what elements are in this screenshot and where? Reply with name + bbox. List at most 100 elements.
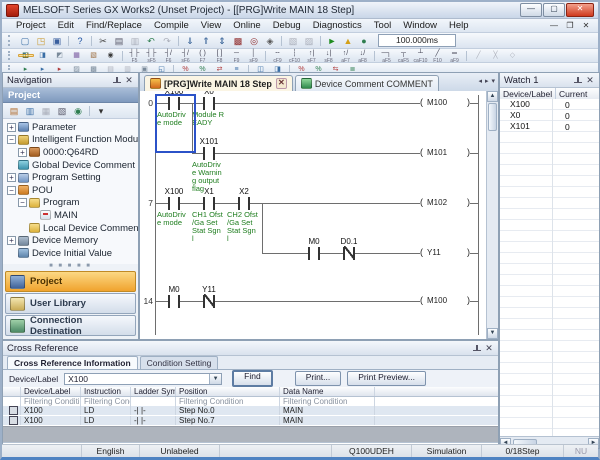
- col-ladder-symbol[interactable]: Ladder Symbol: [131, 387, 176, 396]
- plc-diagnostics-icon[interactable]: ▩: [231, 34, 246, 48]
- close-button[interactable]: ✕: [566, 3, 594, 17]
- tab-device-comment[interactable]: Device Comment COMMENT: [295, 75, 439, 91]
- copy-nav-icon[interactable]: ▧: [55, 104, 70, 118]
- intelligent-function-module-monitor-icon[interactable]: ▦: [69, 49, 85, 63]
- open-contact-button[interactable]: ┤├F5: [127, 49, 143, 63]
- expand-icon[interactable]: +: [7, 236, 16, 245]
- pin-icon[interactable]: [112, 76, 121, 85]
- close-icon[interactable]: ✕: [124, 76, 134, 85]
- closed-contact-button[interactable]: ┤/F6: [161, 49, 177, 63]
- tab-close-icon[interactable]: ✕: [276, 78, 287, 89]
- filter-row[interactable]: Filtering Condition Filtering Condit... …: [3, 397, 498, 406]
- rising-pulse-close-button[interactable]: ↑/aF7: [338, 49, 354, 63]
- cut-icon[interactable]: ✂: [96, 34, 111, 48]
- cross-reference-icon[interactable]: ◈: [263, 34, 278, 48]
- minimize-button[interactable]: —: [520, 3, 542, 17]
- tab-cross-reference-information[interactable]: Cross Reference Information: [7, 356, 138, 369]
- horizontal-line-input-button[interactable]: ═aF9: [447, 49, 463, 63]
- expand-icon[interactable]: +: [7, 123, 16, 132]
- tree-item-pou[interactable]: − POU: [3, 184, 138, 197]
- tab-condition-setting[interactable]: Condition Setting: [140, 356, 219, 369]
- scroll-down-icon[interactable]: ▼: [487, 328, 498, 339]
- watch-window-icon[interactable]: ◫: [18, 54, 34, 57]
- save-project-icon[interactable]: ▣: [50, 34, 65, 48]
- vertical-line-button[interactable]: │sF9: [246, 49, 262, 63]
- falling-pulse-button[interactable]: ↓|sF8: [321, 49, 337, 63]
- operation-result-rising-button[interactable]: ┬caF5: [396, 49, 412, 63]
- mdi-close-icon[interactable]: ✕: [580, 21, 592, 30]
- cross-reference-row[interactable]: X100 LD -| |- Step No.0 MAIN: [3, 406, 498, 416]
- menu-help[interactable]: Help: [443, 20, 475, 31]
- splitter-handle[interactable]: ■ ■ ■ ■ ■: [3, 264, 138, 270]
- expand-icon[interactable]: +: [18, 148, 27, 157]
- scrollbar-thumb[interactable]: [488, 103, 497, 131]
- col-position[interactable]: Position: [176, 387, 280, 396]
- device-batch-monitor-icon[interactable]: ◎: [247, 34, 262, 48]
- collapse-tree-icon[interactable]: ▥: [23, 104, 38, 118]
- rising-pulse-button[interactable]: ↑|sF7: [304, 49, 320, 63]
- write-to-plc-icon[interactable]: ⇓: [183, 34, 198, 48]
- col-device-label[interactable]: Device/Label: [21, 387, 81, 396]
- open-contact-branch-button[interactable]: ┤├sF5: [144, 49, 160, 63]
- help-icon[interactable]: ?: [73, 34, 88, 48]
- refresh-nav-icon[interactable]: ◉: [71, 104, 86, 118]
- pin-icon[interactable]: [472, 344, 481, 353]
- menu-find-replace[interactable]: Find/Replace: [80, 20, 148, 31]
- mdi-minimize-icon[interactable]: —: [548, 21, 560, 30]
- project-view-button[interactable]: Project: [5, 271, 136, 292]
- watch-grid[interactable]: X100 0 X0 0 X101 0: [500, 99, 599, 436]
- collapse-icon[interactable]: −: [7, 135, 16, 144]
- horizontal-line-button[interactable]: ─F9: [229, 49, 245, 63]
- expand-tree-icon[interactable]: ▤: [7, 104, 22, 118]
- collapse-icon[interactable]: −: [7, 186, 16, 195]
- ladder-editor[interactable]: 0 X100 AutoDriv e mode X0 Module R EADY …: [140, 91, 487, 339]
- tab-ladder-main[interactable]: [PRG]Write MAIN 18 Step ✕: [144, 75, 293, 91]
- verify-with-plc-icon[interactable]: ⇕: [215, 34, 230, 48]
- tree-item-program[interactable]: − Program: [3, 197, 138, 210]
- tree-item-parameter[interactable]: + Parameter: [3, 121, 138, 134]
- undo-icon[interactable]: ↶: [144, 34, 159, 48]
- tree-item-local-device-comment[interactable]: Local Device Comment: [3, 222, 138, 235]
- start-monitoring-icon[interactable]: ►: [325, 34, 340, 48]
- expand-icon[interactable]: +: [7, 173, 16, 182]
- mdi-restore-icon[interactable]: ❐: [564, 21, 576, 30]
- menu-edit[interactable]: Edit: [52, 20, 80, 31]
- pause-monitoring-icon[interactable]: ▲: [341, 34, 356, 48]
- menu-compile[interactable]: Compile: [148, 20, 195, 31]
- tree-item-device-initial-value[interactable]: Device Initial Value: [3, 247, 138, 260]
- tree-item-device-memory[interactable]: + Device Memory: [3, 234, 138, 247]
- menu-project[interactable]: Project: [10, 20, 52, 31]
- application-instruction-button[interactable]: [ ]F8: [212, 49, 228, 63]
- tab-list-icon[interactable]: ▾: [491, 77, 495, 85]
- tree-item-q64rd[interactable]: + 0000:Q64RD: [3, 146, 138, 159]
- watch-row-x100[interactable]: X100 0: [500, 99, 599, 110]
- menu-debug[interactable]: Debug: [267, 20, 307, 31]
- find-replace-window-icon[interactable]: ▧: [86, 49, 102, 63]
- maximize-button[interactable]: ▢: [543, 3, 565, 17]
- tree-item-program-setting[interactable]: + Program Setting: [3, 171, 138, 184]
- close-icon[interactable]: ✕: [585, 76, 595, 85]
- col-data-name[interactable]: Data Name: [280, 387, 375, 396]
- menu-tool[interactable]: Tool: [368, 20, 397, 31]
- coil-y11[interactable]: (Y11): [420, 247, 470, 259]
- user-library-button[interactable]: User Library: [5, 293, 136, 314]
- tab-scroll-right-icon[interactable]: ▸: [485, 77, 489, 85]
- watch-row-x0[interactable]: X0 0: [500, 110, 599, 121]
- falling-pulse-close-button[interactable]: ↓/aF8: [355, 49, 371, 63]
- coil-m100[interactable]: (M100): [420, 97, 470, 109]
- coil-button[interactable]: ( )F7: [195, 49, 211, 63]
- menu-diagnostics[interactable]: Diagnostics: [307, 20, 368, 31]
- cross-reference-row[interactable]: X100 LD -| |- Step No.7 MAIN: [3, 416, 498, 426]
- ladder-vertical-scrollbar[interactable]: ▲ ▼: [486, 91, 498, 339]
- open-project-icon[interactable]: ◳: [34, 34, 49, 48]
- menu-online[interactable]: Online: [227, 20, 266, 31]
- pin-icon[interactable]: [573, 76, 582, 85]
- tree-item-main[interactable]: MAIN: [3, 209, 138, 222]
- chevron-down-icon[interactable]: ▼: [209, 374, 221, 384]
- operation-result-falling-button[interactable]: ┴caF10: [413, 49, 429, 63]
- scroll-up-icon[interactable]: ▲: [487, 91, 498, 102]
- read-from-plc-icon[interactable]: ⇑: [199, 34, 214, 48]
- print-preview-button[interactable]: Print Preview...: [347, 371, 426, 386]
- new-project-icon[interactable]: ▢: [18, 34, 33, 48]
- close-icon[interactable]: ✕: [484, 344, 494, 353]
